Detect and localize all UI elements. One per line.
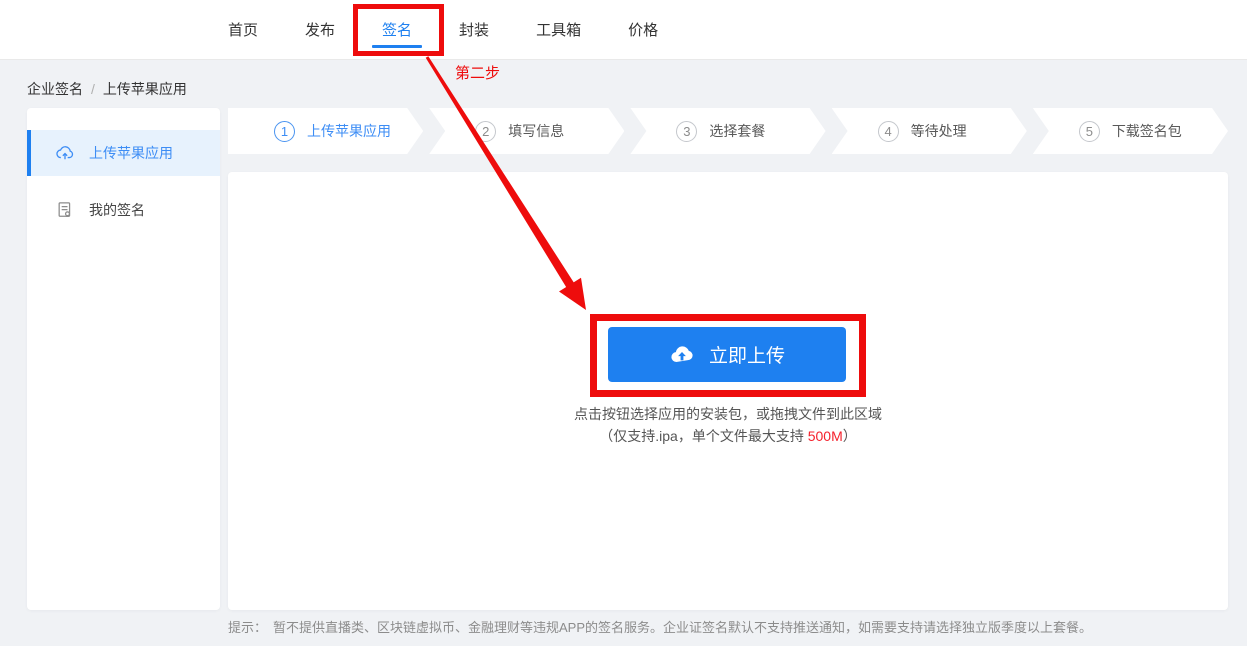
tip-text: 暂不提供直播类、区块链虚拟币、金融理财等违规APP的签名服务。企业证签名默认不支… xyxy=(273,620,1093,635)
size-limit: 500M xyxy=(807,428,843,444)
step-label: 填写信息 xyxy=(508,123,565,139)
nav-item-publish[interactable]: 发布 xyxy=(305,0,335,59)
hint-suffix: ） xyxy=(842,428,857,444)
step-number: 4 xyxy=(878,121,899,142)
step-label: 等待处理 xyxy=(910,123,967,139)
step-number: 5 xyxy=(1079,121,1100,142)
nav-item-sign[interactable]: 签名 xyxy=(372,0,423,59)
sidebar-item-upload-apple-app[interactable]: 上传苹果应用 xyxy=(27,130,220,176)
upload-hint-line1: 点击按钮选择应用的安装包，或拖拽文件到此区域 xyxy=(574,406,882,422)
sidebar-item-label: 我的签名 xyxy=(89,202,145,218)
annotation-step-note: 第二步 xyxy=(455,65,501,82)
step-label: 下载签名包 xyxy=(1111,123,1182,139)
nav-item-package[interactable]: 封装 xyxy=(459,0,489,59)
upload-hints: 点击按钮选择应用的安装包，或拖拽文件到此区域 （仅支持.ipa，单个文件最大支持… xyxy=(228,403,1228,447)
step-3-choose-plan: 3 选择套餐 xyxy=(630,108,825,154)
cloud-upload-icon xyxy=(669,342,695,368)
breadcrumb: 企业签名 / 上传苹果应用 xyxy=(27,79,187,99)
breadcrumb-current: 上传苹果应用 xyxy=(102,81,187,97)
step-indicator: 1 上传苹果应用 2 填写信息 3 选择套餐 4 等待处理 5 下载签名包 xyxy=(228,108,1228,154)
nav-items: 首页 发布 签名 封装 工具箱 价格 xyxy=(228,0,658,59)
step-label: 上传苹果应用 xyxy=(307,123,391,139)
cloud-upload-icon xyxy=(55,143,75,163)
step-5-download: 5 下载签名包 xyxy=(1033,108,1228,154)
upload-panel xyxy=(228,172,1228,610)
footer-tip: 提示： 暂不提供直播类、区块链虚拟币、金融理财等违规APP的签名服务。企业证签名默… xyxy=(228,619,1238,636)
sidebar-item-label: 上传苹果应用 xyxy=(89,145,173,161)
nav-item-toolbox[interactable]: 工具箱 xyxy=(536,0,581,59)
step-label: 选择套餐 xyxy=(709,123,766,139)
top-nav: 首页 发布 签名 封装 工具箱 价格 xyxy=(0,0,1247,60)
step-number: 2 xyxy=(475,121,496,142)
signature-doc-icon xyxy=(55,200,75,220)
nav-item-home[interactable]: 首页 xyxy=(228,0,258,59)
nav-item-price[interactable]: 价格 xyxy=(628,0,658,59)
hint-prefix: （仅支持.ipa，单个文件最大支持 xyxy=(599,428,808,444)
step-1-upload: 1 上传苹果应用 xyxy=(228,108,423,154)
page: 首页 发布 签名 封装 工具箱 价格 企业签名 / 上传苹果应用 上传苹果应用 xyxy=(0,0,1247,646)
upload-button-label: 立即上传 xyxy=(708,346,785,367)
upload-now-button[interactable]: 立即上传 xyxy=(608,327,846,382)
step-2-fill-info: 2 填写信息 xyxy=(429,108,624,154)
breadcrumb-root[interactable]: 企业签名 xyxy=(27,79,83,99)
upload-hint-line2: （仅支持.ipa，单个文件最大支持 500M） xyxy=(228,425,1228,447)
sidebar-item-my-signatures[interactable]: 我的签名 xyxy=(27,187,220,233)
sidebar: 上传苹果应用 我的签名 xyxy=(27,108,220,610)
tip-label: 提示： xyxy=(228,620,268,635)
step-4-waiting: 4 等待处理 xyxy=(832,108,1027,154)
breadcrumb-separator: / xyxy=(91,81,95,97)
step-number: 1 xyxy=(274,121,295,142)
step-number: 3 xyxy=(676,121,697,142)
